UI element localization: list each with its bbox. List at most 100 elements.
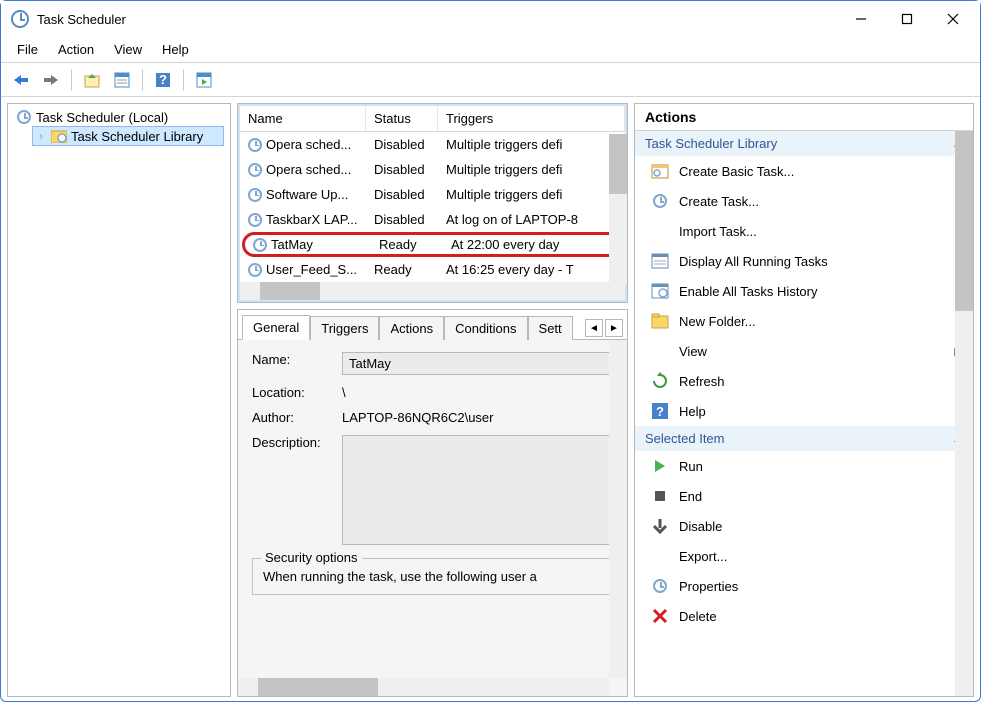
close-button[interactable] xyxy=(930,3,976,35)
clock-icon xyxy=(16,109,32,125)
action-display-running[interactable]: Display All Running Tasks xyxy=(635,246,973,276)
security-text: When running the task, use the following… xyxy=(263,569,602,584)
task-row[interactable]: Opera sched... Disabled Multiple trigger… xyxy=(240,157,625,182)
actions-section-library[interactable]: Task Scheduler Library ▲ xyxy=(635,131,973,156)
details-hscroll[interactable] xyxy=(238,678,609,696)
task-list-vscroll[interactable] xyxy=(609,134,627,284)
tab-actions[interactable]: Actions xyxy=(379,316,444,340)
refresh-icon xyxy=(651,372,669,390)
toolbar-separator xyxy=(71,69,72,91)
col-name[interactable]: Name xyxy=(240,106,366,131)
up-button[interactable] xyxy=(78,67,106,93)
task-icon xyxy=(248,213,262,227)
toolbar-separator-2 xyxy=(142,69,143,91)
task-row[interactable]: Software Up... Disabled Multiple trigger… xyxy=(240,182,625,207)
task-list-hscroll[interactable] xyxy=(240,282,625,300)
title-bar: Task Scheduler xyxy=(1,1,980,37)
disable-icon xyxy=(651,517,669,535)
task-icon xyxy=(248,188,262,202)
tab-settings[interactable]: Sett xyxy=(528,316,573,340)
task-list-header: Name Status Triggers xyxy=(240,106,625,132)
tab-general[interactable]: General xyxy=(242,315,310,340)
location-label: Location: xyxy=(252,385,342,400)
task-row[interactable]: User_Feed_S... Ready At 16:25 every day … xyxy=(240,257,625,282)
action-create-basic-task[interactable]: Create Basic Task... xyxy=(635,156,973,186)
action-delete[interactable]: Delete xyxy=(635,601,973,631)
task-icon xyxy=(248,138,262,152)
actions-body: Task Scheduler Library ▲ Create Basic Ta… xyxy=(635,131,973,696)
help-button[interactable]: ? xyxy=(149,67,177,93)
actions-vscroll[interactable] xyxy=(955,131,973,696)
task-icon xyxy=(253,238,267,252)
task-icon xyxy=(248,163,262,177)
toolbar-separator-3 xyxy=(183,69,184,91)
action-create-task[interactable]: Create Task... xyxy=(635,186,973,216)
action-refresh[interactable]: Refresh xyxy=(635,366,973,396)
tree-library[interactable]: › Task Scheduler Library xyxy=(32,126,224,146)
action-export[interactable]: Export... xyxy=(635,541,973,571)
task-row-highlighted[interactable]: TatMay Ready At 22:00 every day xyxy=(242,232,623,257)
stop-icon xyxy=(651,487,669,505)
svg-text:?: ? xyxy=(656,404,664,419)
tab-nav: ◄ ► xyxy=(581,317,627,339)
back-button[interactable] xyxy=(7,67,35,93)
task-rows: Opera sched... Disabled Multiple trigger… xyxy=(240,132,625,282)
menu-view[interactable]: View xyxy=(104,39,152,60)
security-options-group: Security options When running the task, … xyxy=(252,558,613,595)
maximize-button[interactable] xyxy=(884,3,930,35)
wizard-icon xyxy=(651,162,669,180)
actions-section-selected[interactable]: Selected Item ▲ xyxy=(635,426,973,451)
forward-button[interactable] xyxy=(37,67,65,93)
tree-root[interactable]: Task Scheduler (Local) xyxy=(14,108,224,126)
task-list: Name Status Triggers Opera sched... Disa… xyxy=(237,103,628,303)
task-row[interactable]: Opera sched... Disabled Multiple trigger… xyxy=(240,132,625,157)
properties-button[interactable] xyxy=(108,67,136,93)
expand-icon[interactable]: › xyxy=(35,131,47,142)
action-new-folder[interactable]: New Folder... xyxy=(635,306,973,336)
author-label: Author: xyxy=(252,410,342,425)
play-icon xyxy=(651,457,669,475)
task-details: General Triggers Actions Conditions Sett… xyxy=(237,309,628,697)
action-help[interactable]: ? Help xyxy=(635,396,973,426)
window-controls xyxy=(838,3,976,35)
toolbar: ? xyxy=(1,63,980,97)
action-import-task[interactable]: Import Task... xyxy=(635,216,973,246)
menu-file[interactable]: File xyxy=(7,39,48,60)
details-vscroll[interactable] xyxy=(609,340,627,678)
action-view[interactable]: View ▶ xyxy=(635,336,973,366)
task-row[interactable]: TaskbarX LAP... Disabled At log on of LA… xyxy=(240,207,625,232)
action-run[interactable]: Run xyxy=(635,451,973,481)
minimize-button[interactable] xyxy=(838,3,884,35)
window-title: Task Scheduler xyxy=(37,12,838,27)
menu-action[interactable]: Action xyxy=(48,39,104,60)
tab-conditions[interactable]: Conditions xyxy=(444,316,527,340)
view-icon xyxy=(651,342,669,360)
tab-triggers[interactable]: Triggers xyxy=(310,316,379,340)
main-area: Task Scheduler (Local) › Task Scheduler … xyxy=(1,97,980,703)
tab-nav-left[interactable]: ◄ xyxy=(585,319,603,337)
tree-root-label: Task Scheduler (Local) xyxy=(36,110,168,125)
action-disable[interactable]: Disable xyxy=(635,511,973,541)
running-tasks-icon xyxy=(651,252,669,270)
folder-clock-icon xyxy=(51,128,67,144)
security-legend: Security options xyxy=(261,550,362,565)
tab-nav-right[interactable]: ► xyxy=(605,319,623,337)
center-pane: Name Status Triggers Opera sched... Disa… xyxy=(237,103,628,697)
action-properties[interactable]: Properties xyxy=(635,571,973,601)
col-status[interactable]: Status xyxy=(366,106,438,131)
tree-pane: Task Scheduler (Local) › Task Scheduler … xyxy=(7,103,231,697)
app-clock-icon xyxy=(11,10,29,28)
col-triggers[interactable]: Triggers xyxy=(438,106,625,131)
name-label: Name: xyxy=(252,352,342,375)
action-enable-history[interactable]: Enable All Tasks History xyxy=(635,276,973,306)
history-icon xyxy=(651,282,669,300)
name-field[interactable]: TatMay xyxy=(342,352,613,375)
details-body: Name: TatMay Location: \ Author: LAPTOP-… xyxy=(238,340,627,696)
menu-help[interactable]: Help xyxy=(152,39,199,60)
action-end[interactable]: End xyxy=(635,481,973,511)
location-value: \ xyxy=(342,385,613,400)
run-button[interactable] xyxy=(190,67,218,93)
properties-icon xyxy=(651,577,669,595)
description-field[interactable] xyxy=(342,435,613,545)
description-label: Description: xyxy=(252,435,342,548)
